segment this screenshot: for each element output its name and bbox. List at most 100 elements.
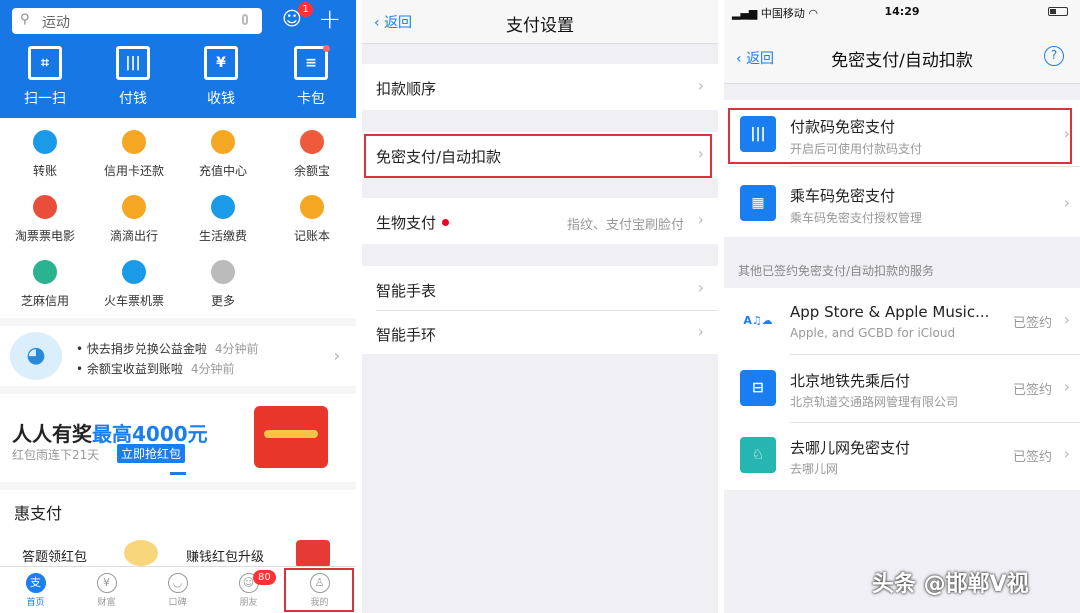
row-label-smartband[interactable]: 智能手环 — [376, 324, 436, 345]
service-title: App Store & Apple Music... — [790, 303, 990, 321]
page-title: 免密支付/自动扣款 — [831, 51, 973, 71]
grid-item-more-grid[interactable]: 更多 — [178, 260, 268, 309]
coin-icon — [124, 540, 158, 566]
ledger-icon — [300, 195, 324, 219]
train-icon — [122, 260, 146, 284]
row-label: 扣款顺序 — [376, 80, 437, 98]
promo-banner[interactable]: 人人有奖最高4000元 红包雨连下21天 立即抢红包 — [0, 394, 356, 482]
tab-label: 财富 — [97, 598, 116, 608]
chevron-right-icon: › — [333, 346, 340, 365]
money-bag-icon — [300, 130, 324, 154]
page-title: 支付设置 — [506, 16, 574, 36]
biometric-label: 生物支付 — [376, 214, 437, 232]
grid-item-label: 充值中心 — [198, 164, 247, 178]
clock: 14:29 — [884, 5, 920, 18]
grid-item-label: 转账 — [32, 164, 57, 178]
red-box-icon — [296, 540, 330, 568]
hui-pay-section: 惠支付 答题领红包 赚钱红包升级 — [0, 490, 356, 570]
grid-item-label: 余额宝 — [293, 164, 330, 178]
tab-label: 口碑 — [168, 598, 187, 608]
service-subtitle: 北京轨道交通路网管理有限公司 — [790, 395, 959, 409]
tab-wealth[interactable]: ¥ 财富 — [71, 567, 142, 608]
grid-item-bolt[interactable]: 生活缴费 — [178, 195, 268, 244]
service-title: 北京地铁先乘后付 — [790, 372, 911, 390]
status-label: 已签约 — [1012, 450, 1052, 465]
chevron-right-icon: › — [1063, 310, 1070, 329]
qr-code-icon: ▦ — [740, 185, 776, 221]
chevron-right-icon: › — [1063, 444, 1070, 463]
service-title: 去哪儿网免密支付 — [790, 439, 911, 457]
pay-button[interactable]: ||| 付钱 — [98, 46, 168, 108]
news-time: 4分钟前 — [190, 362, 235, 376]
row-deduction-order[interactable]: 扣款顺序 › — [362, 64, 718, 110]
search-icon: ⚲ — [20, 12, 30, 27]
tab-label: 朋友 — [239, 598, 258, 608]
microphone-icon[interactable] — [242, 14, 248, 25]
grid-item-ledger[interactable]: 记账本 — [267, 195, 356, 244]
grid-item-money-bag[interactable]: 余额宝 — [267, 130, 356, 179]
grid-item-train[interactable]: 火车票机票 — [89, 260, 179, 309]
news-feed[interactable]: ◕ • 快去捐步兑换公益金啦 4分钟前 • 余额宝收益到账啦 4分钟前 › — [0, 326, 356, 386]
news-item[interactable]: • 余额宝收益到账啦 4分钟前 — [76, 360, 235, 377]
grid-item-label: 生活缴费 — [198, 229, 247, 243]
highlight-box — [284, 568, 354, 612]
highlight-box — [728, 108, 1072, 164]
help-icon[interactable]: ? — [1044, 46, 1064, 66]
status-label: 已签约 — [1012, 316, 1052, 331]
battery-icon — [1048, 7, 1068, 16]
wealth-icon: ¥ — [96, 573, 117, 593]
search-input[interactable]: ⚲ 运动 — [12, 8, 262, 34]
grid-item-label: 更多 — [210, 294, 235, 308]
row-value: 指纹、支付宝刷脸付 — [566, 218, 684, 233]
grid-item-credit-card[interactable]: 信用卡还款 — [89, 130, 179, 179]
didi-icon — [122, 195, 146, 219]
card-wallet-button[interactable]: ≡ 卡包 — [276, 46, 346, 108]
tab-koubei[interactable]: ◡ 口碑 — [142, 567, 213, 608]
grid-item-label: 信用卡还款 — [103, 164, 164, 178]
highlight-box — [364, 134, 712, 178]
service-subtitle: Apple, and GCBD for iCloud — [790, 326, 956, 340]
tab-home[interactable]: 支首页 — [0, 567, 71, 608]
add-icon[interactable]: + — [318, 2, 341, 35]
transfer-icon — [33, 130, 57, 154]
pay-label: 付钱 — [119, 91, 147, 107]
divider — [376, 310, 718, 311]
search-placeholder: 运动 — [42, 15, 70, 31]
scan-button[interactable]: ⌗ 扫一扫 — [10, 46, 80, 108]
grab-red-packet-button[interactable]: 立即抢红包 — [117, 444, 186, 463]
receive-money-icon: ¥ — [204, 46, 238, 80]
grid-item-label: 记账本 — [293, 229, 330, 243]
home-icon: 支 — [25, 573, 46, 593]
divider — [790, 422, 1080, 423]
grid-item-phone[interactable]: 充值中心 — [178, 130, 268, 179]
receive-button[interactable]: ¥ 收钱 — [186, 46, 256, 108]
quiz-red-packet-link[interactable]: 答题领红包 — [22, 546, 87, 565]
service-grid: 转账 信用卡还款 充值中心 余额宝淘票票电影 滴滴出行 生活缴费 记账本芝麻信用 火车票机票 更… — [0, 118, 356, 318]
grid-item-label: 滴滴出行 — [109, 229, 158, 243]
grid-item-sesame[interactable]: 芝麻信用 — [0, 260, 90, 309]
chevron-right-icon: › — [697, 322, 704, 341]
item-subtitle: 乘车码免密支付授权管理 — [790, 211, 923, 225]
services-list: A♫☁ App Store & Apple Music... Apple, an… — [724, 288, 1080, 490]
chevron-right-icon: › — [1063, 193, 1070, 212]
friends-badge: 80 — [253, 570, 276, 585]
alipay-home-panel: ⚲ 运动 ☺ 1 + ⌗ 扫一扫 ||| 付钱 ¥ 收钱 ≡ 卡包 转账 信用卡还… — [0, 0, 356, 613]
nav-bar: ‹ 返回 免密支付/自动扣款 ? — [724, 20, 1080, 84]
chevron-right-icon: › — [1063, 377, 1070, 396]
grid-item-didi[interactable]: 滴滴出行 — [89, 195, 179, 244]
grid-item-transfer[interactable]: 转账 — [0, 130, 90, 179]
divider — [790, 354, 1080, 355]
scan-label: 扫一扫 — [24, 91, 66, 107]
grid-item-label: 芝麻信用 — [20, 294, 69, 308]
transit-code-item[interactable]: ▦ 乘车码免密支付 乘车码免密支付授权管理 › — [724, 167, 1080, 237]
subway-icon: ⊟ — [740, 370, 776, 406]
row-biometric-pay[interactable]: 生物支付 指纹、支付宝刷脸付 › — [362, 198, 718, 244]
bolt-icon — [211, 195, 235, 219]
red-packet-upgrade-link[interactable]: 赚钱红包升级 — [186, 546, 264, 565]
wearables-group: 智能手表 › 智能手环 › — [362, 266, 718, 354]
chevron-right-icon: › — [697, 210, 704, 229]
tab-label: 首页 — [26, 598, 45, 608]
grid-item-movie[interactable]: 淘票票电影 — [0, 195, 90, 244]
news-item[interactable]: • 快去捐步兑换公益金啦 4分钟前 — [76, 340, 259, 357]
row-label-smartwatch[interactable]: 智能手表 — [376, 280, 436, 301]
